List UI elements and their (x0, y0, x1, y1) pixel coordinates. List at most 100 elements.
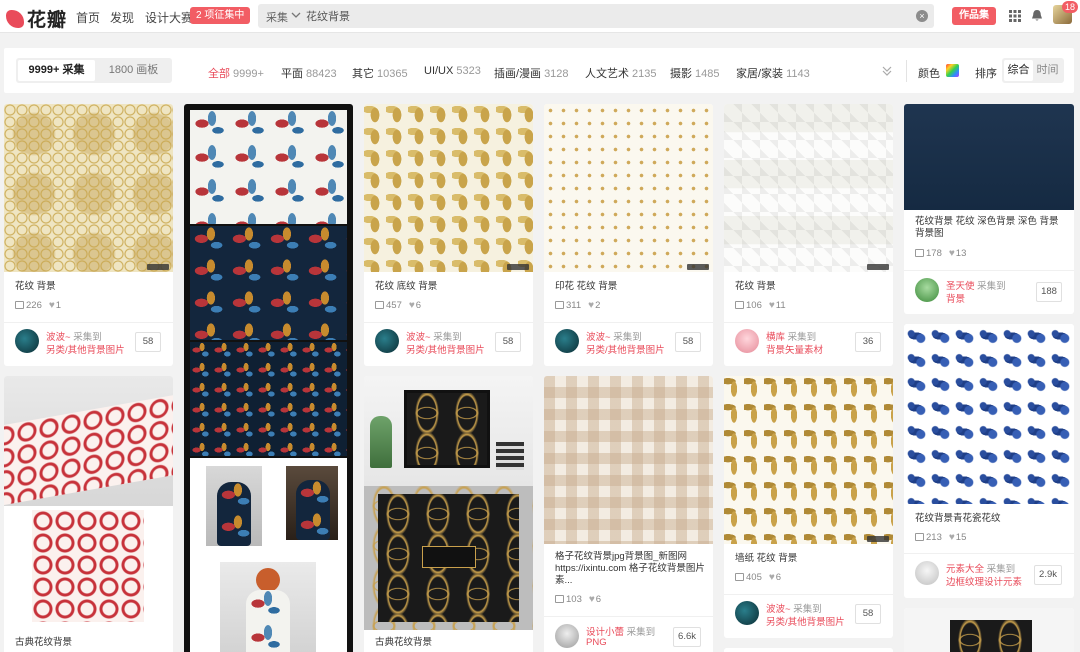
pin-board[interactable]: 另类/其他背景图片 (406, 342, 485, 356)
pin-stats: 457 ♥6 (375, 300, 421, 311)
pin-card[interactable] (184, 104, 353, 652)
color-filter-label[interactable]: 颜色 (918, 65, 940, 81)
nav-design-contest[interactable]: 设计大赛 (145, 9, 193, 26)
watermark (867, 264, 889, 270)
category-photography[interactable]: 摄影 1485 (670, 65, 719, 81)
category-home-decor[interactable]: 家居/家装 1143 (736, 65, 810, 81)
pattern-box (404, 390, 490, 468)
pin-image[interactable] (364, 376, 533, 486)
photo-thumb (220, 562, 316, 652)
pin-image[interactable] (904, 104, 1074, 210)
pin-board[interactable]: 背景矢量素材 (766, 342, 823, 356)
pin-image[interactable] (4, 104, 173, 272)
nav-discover[interactable]: 发现 (110, 9, 134, 26)
avatar[interactable] (915, 561, 939, 585)
pin-image[interactable] (364, 486, 533, 630)
board-count-button[interactable]: 188 (1036, 282, 1062, 302)
pin-card[interactable]: 印花 花纹 背景 311 ♥2 波波~ 采集到 另类/其他背景图片 58 (544, 104, 713, 366)
pin-card[interactable]: 古典花纹背景 (4, 376, 173, 652)
category-illustration[interactable]: 插画/漫画 3128 (494, 65, 569, 81)
color-picker-icon[interactable] (946, 64, 959, 77)
chevron-down-icon[interactable] (291, 10, 301, 20)
logo[interactable]: 花瓣 (6, 5, 67, 32)
pin-image[interactable] (190, 342, 347, 456)
avatar[interactable] (915, 278, 939, 302)
pin-card[interactable]: 花纹 背景 106 ♥11 横库 采集到 背景矢量素材 36 (724, 104, 893, 366)
board-count-button[interactable]: 6.6k (673, 627, 701, 647)
nav-home[interactable]: 首页 (76, 9, 100, 26)
pin-card[interactable]: 花纹背景 花纹 深色背景 深色 背景 背景图 178 ♥13 圣天使 采集到 背景… (904, 104, 1074, 314)
board-count-button[interactable]: 58 (675, 332, 701, 352)
bell-icon[interactable] (1031, 9, 1043, 22)
apps-grid-icon[interactable] (1009, 10, 1021, 22)
pin-image[interactable] (364, 104, 533, 272)
pin-image[interactable] (190, 110, 347, 224)
category-other[interactable]: 其它 10365 (352, 65, 408, 81)
pin-user[interactable]: 横库 采集到 (766, 329, 816, 343)
pin-image[interactable] (724, 648, 893, 652)
pin-image[interactable] (904, 324, 1074, 504)
board-count-button[interactable]: 58 (495, 332, 521, 352)
pin-title: 格子花纹背景jpg背景图_新图网 https://ixintu.com 格子花纹… (555, 551, 705, 586)
pin-stats: 178 ♥13 (915, 248, 966, 259)
pin-user[interactable]: 波波~ 采集到 (586, 329, 642, 343)
pin-image[interactable] (724, 104, 893, 272)
pin-board[interactable]: PNG (586, 637, 607, 648)
category-all[interactable]: 全部 9999+ (208, 65, 264, 81)
contest-badge[interactable]: 2 项征集中 (190, 7, 251, 24)
pin-card[interactable]: 花纹 底纹 背景 457 ♥6 波波~ 采集到 另类/其他背景图片 58 (364, 104, 533, 366)
pin-image[interactable] (32, 510, 144, 622)
pin-board[interactable]: 边框纹理设计元素 (946, 574, 1022, 588)
pin-card[interactable]: 古典花纹背景 (364, 376, 533, 652)
pin-card[interactable]: 花纹 背景 226 ♥1 波波~ 采集到 另类/其他背景图片 58 (4, 104, 173, 366)
works-button[interactable]: 作品集 (952, 7, 996, 25)
pin-user[interactable]: 波波~ 采集到 (406, 329, 462, 343)
category-graphic[interactable]: 平面 88423 (281, 65, 337, 81)
avatar[interactable] (735, 329, 759, 353)
pin-stats: 103 ♥6 (555, 594, 601, 605)
sort-comprehensive[interactable]: 综合 (1004, 60, 1033, 81)
tab-boards[interactable]: 1800 画板 (95, 60, 172, 81)
pin-card[interactable] (904, 608, 1074, 652)
pin-card[interactable] (724, 648, 893, 652)
clear-icon[interactable]: × (916, 10, 928, 22)
pin-image[interactable] (544, 376, 713, 544)
pin-image[interactable] (4, 376, 173, 507)
category-ui-ux[interactable]: UI/UX 5323 (424, 65, 481, 77)
notification-badge[interactable]: 18 (1062, 1, 1079, 13)
tab-pins[interactable]: 9999+ 采集 (18, 60, 95, 81)
pin-user[interactable]: 元素大全 采集到 (946, 561, 1015, 575)
pin-board[interactable]: 另类/其他背景图片 (766, 614, 845, 628)
avatar[interactable] (555, 624, 579, 648)
avatar[interactable] (15, 329, 39, 353)
board-count-button[interactable]: 58 (855, 604, 881, 624)
pin-user[interactable]: 设计小蕾 采集到 (586, 624, 655, 638)
pin-card[interactable]: 格子花纹背景jpg背景图_新图网 https://ixintu.com 格子花纹… (544, 376, 713, 652)
avatar[interactable] (735, 601, 759, 625)
expand-icon[interactable] (881, 65, 893, 77)
pin-user[interactable]: 波波~ 采集到 (766, 601, 822, 615)
pin-user[interactable]: 波波~ 采集到 (46, 329, 102, 343)
pin-image[interactable] (904, 608, 1074, 652)
pin-board[interactable]: 另类/其他背景图片 (46, 342, 125, 356)
pin-card[interactable]: 花纹背景青花瓷花纹 213 ♥15 元素大全 采集到 边框纹理设计元素 2.9k (904, 324, 1074, 598)
pin-user[interactable]: 圣天使 采集到 (946, 278, 1006, 292)
search-scope-select[interactable]: 采集 (266, 9, 288, 25)
search-input[interactable] (306, 6, 886, 26)
pin-board[interactable]: 另类/其他背景图片 (586, 342, 665, 356)
pin-card[interactable]: 墙纸 花纹 背景 405 ♥6 波波~ 采集到 另类/其他背景图片 58 (724, 376, 893, 638)
repin-icon (735, 573, 744, 581)
board-count-button[interactable]: 36 (855, 332, 881, 352)
pin-board[interactable]: 背景 (946, 291, 965, 305)
sort-time[interactable]: 时间 (1033, 60, 1062, 81)
board-count-button[interactable]: 58 (135, 332, 161, 352)
pin-image[interactable] (190, 458, 347, 652)
pin-image[interactable] (724, 376, 893, 544)
pin-image[interactable] (544, 104, 713, 272)
avatar[interactable] (555, 329, 579, 353)
pin-stats: 311 ♥2 (555, 300, 600, 311)
board-count-button[interactable]: 2.9k (1034, 565, 1062, 585)
pin-image[interactable] (190, 226, 347, 340)
category-humanities-art[interactable]: 人文艺术 2135 (585, 65, 656, 81)
avatar[interactable] (375, 329, 399, 353)
